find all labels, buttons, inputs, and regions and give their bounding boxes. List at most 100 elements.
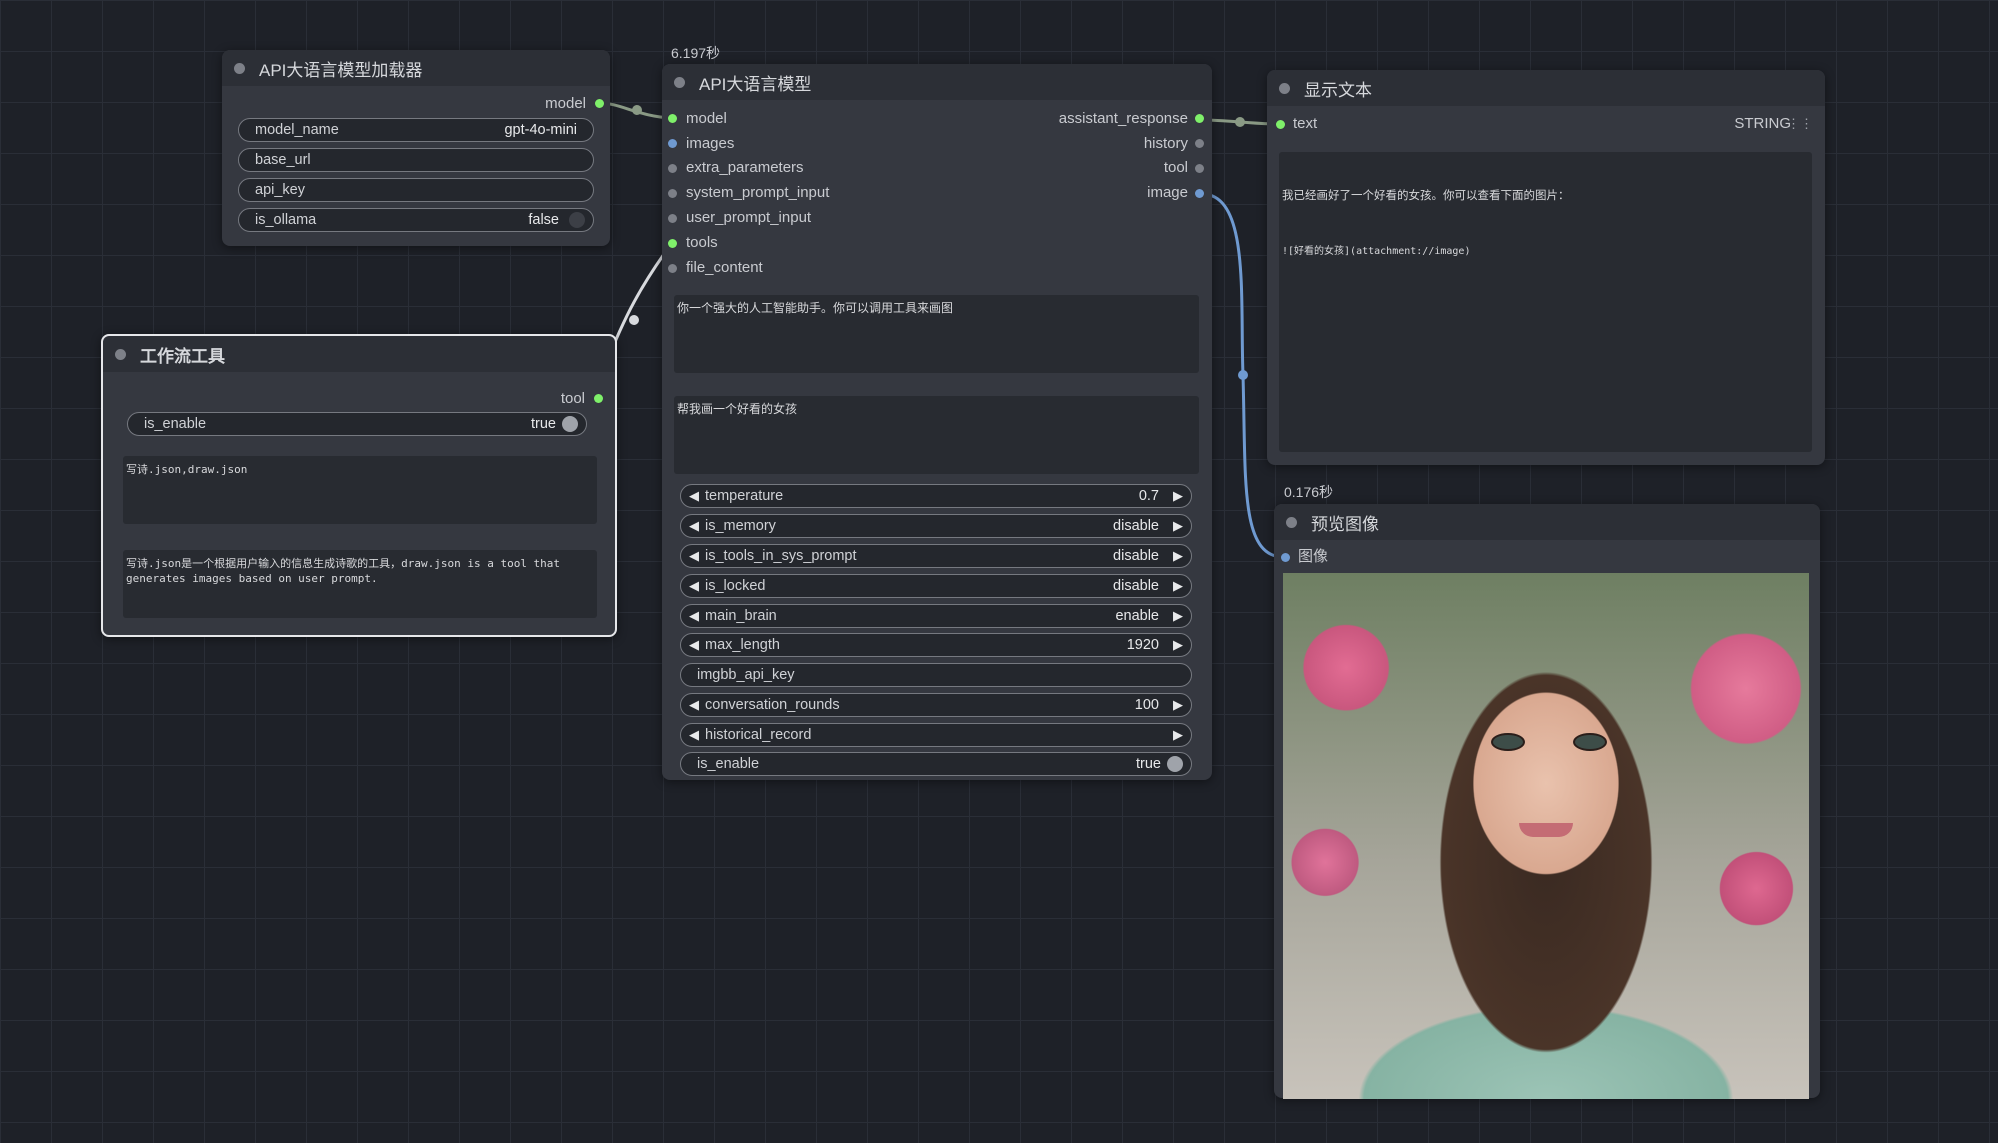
- portrait-right-eye: [1573, 733, 1607, 751]
- input-images-label: images: [686, 135, 735, 152]
- is-locked-widget[interactable]: ◀ is_locked disable ▶: [680, 574, 1192, 598]
- tool-description-textarea[interactable]: 写诗.json是一个根据用户输入的信息生成诗歌的工具，draw.json is …: [123, 550, 597, 618]
- increment-arrow-icon[interactable]: ▶: [1171, 578, 1185, 594]
- collapse-dot-icon[interactable]: [1286, 516, 1297, 528]
- model-name-widget[interactable]: model_name gpt-4o-mini: [238, 118, 594, 142]
- tool-list-textarea[interactable]: 写诗.json,draw.json: [123, 456, 597, 524]
- widget-label: max_length: [705, 637, 780, 653]
- output-assistant-response-slot[interactable]: [1195, 114, 1204, 123]
- input-user-prompt-slot[interactable]: [668, 214, 677, 223]
- collapse-dot-icon[interactable]: [674, 76, 685, 88]
- decrement-arrow-icon[interactable]: ◀: [687, 727, 701, 743]
- widget-label: main_brain: [705, 608, 777, 624]
- input-file-content-slot[interactable]: [668, 264, 677, 273]
- input-system-prompt-slot[interactable]: [668, 189, 677, 198]
- increment-arrow-icon[interactable]: ▶: [1171, 608, 1185, 624]
- decrement-arrow-icon[interactable]: ◀: [687, 608, 701, 624]
- input-tools-slot[interactable]: [668, 239, 677, 248]
- input-user-prompt-label: user_prompt_input: [686, 209, 812, 226]
- toggle-knob-icon[interactable]: [569, 212, 585, 228]
- increment-arrow-icon[interactable]: ▶: [1171, 548, 1185, 564]
- historical-record-widget[interactable]: ◀ historical_record ▶: [680, 723, 1192, 747]
- preview-image: [1283, 573, 1809, 1099]
- increment-arrow-icon[interactable]: ▶: [1171, 727, 1185, 743]
- toggle-knob-icon[interactable]: [1167, 756, 1183, 772]
- input-model-label: model: [686, 110, 727, 127]
- increment-arrow-icon[interactable]: ▶: [1171, 518, 1185, 534]
- input-image-slot[interactable]: [1281, 553, 1290, 562]
- system-prompt-textarea[interactable]: 你一个强大的人工智能助手。你可以调用工具来画图: [674, 295, 1199, 373]
- output-tool-slot[interactable]: [594, 394, 603, 403]
- is-memory-widget[interactable]: ◀ is_memory disable ▶: [680, 514, 1192, 538]
- input-image-label: 图像: [1298, 548, 1329, 565]
- widget-value: 1920: [1126, 637, 1159, 653]
- is-tools-in-sys-prompt-widget[interactable]: ◀ is_tools_in_sys_prompt disable ▶: [680, 544, 1192, 568]
- input-text-label: text: [1293, 115, 1318, 132]
- temperature-widget[interactable]: ◀ temperature 0.7 ▶: [680, 484, 1192, 508]
- decrement-arrow-icon[interactable]: ◀: [687, 518, 701, 534]
- collapse-dot-icon[interactable]: [115, 348, 126, 360]
- increment-arrow-icon[interactable]: ▶: [1171, 637, 1185, 653]
- decrement-arrow-icon[interactable]: ◀: [687, 697, 701, 713]
- output-history-slot[interactable]: [1195, 139, 1204, 148]
- widget-label: model_name: [255, 122, 339, 138]
- decrement-arrow-icon[interactable]: ◀: [687, 578, 701, 594]
- toggle-knob-icon[interactable]: [562, 416, 578, 432]
- main-brain-widget[interactable]: ◀ main_brain enable ▶: [680, 604, 1192, 628]
- is-enable-widget[interactable]: is_enable true: [127, 412, 587, 436]
- base-url-widget[interactable]: base_url: [238, 148, 594, 172]
- user-prompt-textarea[interactable]: 帮我画一个好看的女孩: [674, 396, 1199, 474]
- widget-label: is_enable: [144, 416, 207, 432]
- wire-image-midpoint: [1238, 370, 1248, 380]
- increment-arrow-icon[interactable]: ▶: [1171, 488, 1185, 504]
- output-tool-label: tool: [560, 390, 585, 407]
- widget-label: conversation_rounds: [705, 697, 840, 713]
- display-text-line-2: ![好看的女孩](attachment://image): [1282, 246, 1471, 257]
- decrement-arrow-icon[interactable]: ◀: [687, 548, 701, 564]
- display-text-node[interactable]: 显示文本 text STRING ⋮⋮ 我已经画好了一个好看的女孩。你可以查看下…: [1267, 70, 1825, 465]
- output-image-slot[interactable]: [1195, 189, 1204, 198]
- is-ollama-widget[interactable]: is_ollama false: [238, 208, 594, 232]
- node-header[interactable]: API大语言模型: [662, 64, 1212, 100]
- widget-value: 100: [1134, 697, 1159, 713]
- widget-value: 0.7: [1138, 488, 1159, 504]
- max-length-widget[interactable]: ◀ max_length 1920 ▶: [680, 633, 1192, 657]
- output-model-slot[interactable]: [595, 99, 604, 108]
- node-title: 预览图像: [1311, 514, 1379, 534]
- decrement-arrow-icon[interactable]: ◀: [687, 637, 701, 653]
- input-tools-label: tools: [686, 234, 718, 251]
- increment-arrow-icon[interactable]: ▶: [1171, 697, 1185, 713]
- input-model-slot[interactable]: [668, 114, 677, 123]
- preview-image-node[interactable]: 预览图像 图像: [1274, 504, 1820, 1099]
- output-assistant-response-label: assistant_response: [1058, 110, 1188, 127]
- display-text-line-1: 我已经画好了一个好看的女孩。你可以查看下面的图片：: [1282, 188, 1570, 202]
- collapse-dot-icon[interactable]: [234, 62, 245, 74]
- decrement-arrow-icon[interactable]: ◀: [687, 488, 701, 504]
- llm-loader-node[interactable]: API大语言模型加载器 model model_name gpt-4o-mini…: [222, 50, 610, 246]
- node-header[interactable]: 工作流工具: [103, 336, 615, 372]
- workflow-tool-node[interactable]: 工作流工具 tool is_enable true 写诗.json,draw.j…: [101, 334, 617, 637]
- llm-node[interactable]: API大语言模型 model images extra_parameters s…: [662, 64, 1212, 780]
- widget-value: gpt-4o-mini: [504, 122, 577, 138]
- widget-label: is_tools_in_sys_prompt: [705, 548, 857, 564]
- portrait-lips: [1519, 823, 1573, 837]
- input-extra-parameters-slot[interactable]: [668, 164, 677, 173]
- api-key-widget[interactable]: api_key: [238, 178, 594, 202]
- execution-time-badge: 0.176秒: [1284, 484, 1334, 500]
- node-header[interactable]: 预览图像: [1274, 504, 1820, 540]
- display-text-area[interactable]: 我已经画好了一个好看的女孩。你可以查看下面的图片： ![好看的女孩](attac…: [1279, 152, 1812, 452]
- widget-value: disable: [1113, 578, 1159, 594]
- widget-label: is_enable: [697, 756, 760, 772]
- widget-label: api_key: [255, 182, 305, 198]
- widget-value: disable: [1113, 548, 1159, 564]
- node-header[interactable]: API大语言模型加载器: [222, 50, 610, 86]
- node-title: 工作流工具: [140, 346, 225, 366]
- imgbb-api-key-widget[interactable]: imgbb_api_key: [680, 663, 1192, 687]
- output-tool-slot[interactable]: [1195, 164, 1204, 173]
- node-header[interactable]: 显示文本: [1267, 70, 1825, 106]
- collapse-dot-icon[interactable]: [1279, 82, 1290, 94]
- conversation-rounds-widget[interactable]: ◀ conversation_rounds 100 ▶: [680, 693, 1192, 717]
- input-images-slot[interactable]: [668, 139, 677, 148]
- input-text-slot[interactable]: [1276, 120, 1285, 129]
- is-enable-widget[interactable]: is_enable true: [680, 752, 1192, 776]
